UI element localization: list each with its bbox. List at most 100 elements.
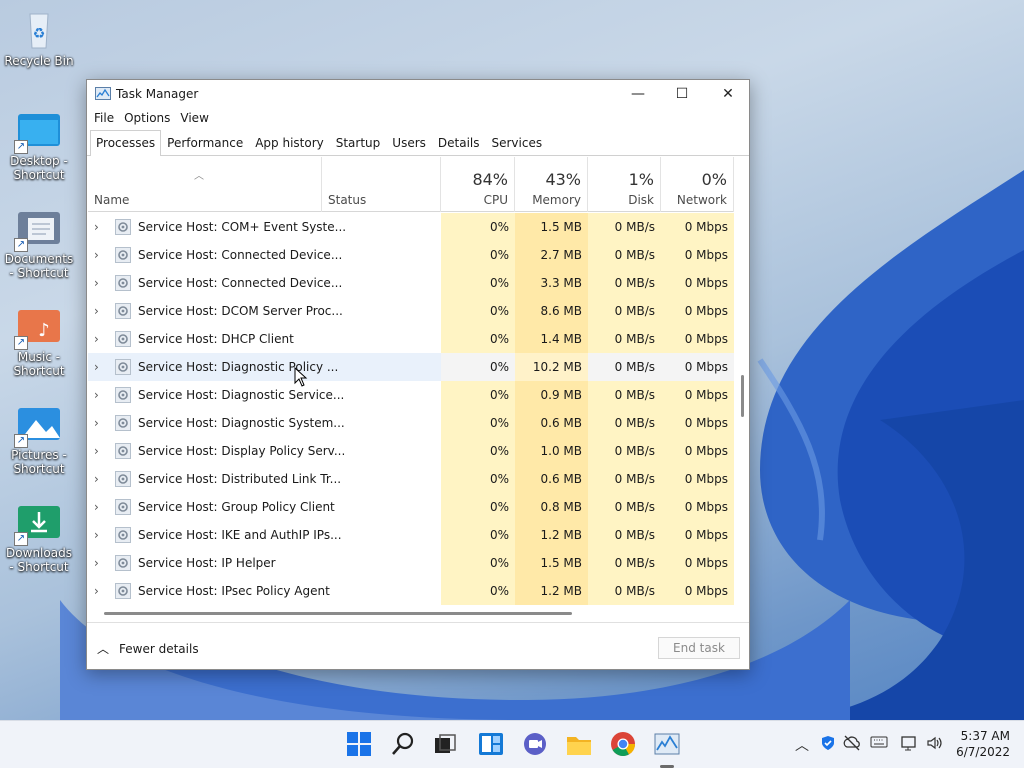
process-rows: › Service Host: COM+ Event Syste... 0% 1.5 … [88,213,734,605]
expand-chevron-icon[interactable]: › [94,325,106,353]
process-name: Service Host: DHCP Client [138,332,294,346]
column-header-name[interactable]: ︿ Name [88,157,322,212]
column-header-network[interactable]: 0% Network [661,157,734,212]
desktop-icon-desktop-shortcut[interactable]: ↗ Desktop - Shortcut [4,110,74,182]
table-row[interactable]: › Service Host: Connected Device... 0% 2.7 … [88,241,734,269]
expand-chevron-icon[interactable]: › [94,493,106,521]
network-value: 0 Mbps [661,241,734,269]
network-icon[interactable] [900,735,920,755]
shortcut-arrow-icon: ↗ [14,238,28,252]
maximize-button[interactable]: ☐ [659,80,705,108]
cpu-value: 0% [441,465,515,493]
menu-file[interactable]: File [89,108,119,130]
title-bar[interactable]: Task Manager — ☐ ✕ [87,80,749,108]
horizontal-scroll-thumb[interactable] [104,612,572,615]
search-icon[interactable] [390,731,416,757]
close-button[interactable]: ✕ [705,80,751,108]
fewer-details-button[interactable]: ︿ Fewer details [97,640,199,657]
desktop-folder-icon: ↗ [14,110,62,154]
table-row[interactable]: › Service Host: IPsec Policy Agent 0% 1.2 M… [88,577,734,605]
horizontal-scrollbar[interactable] [88,607,734,621]
process-name: Service Host: DCOM Server Proc... [138,304,343,318]
table-row[interactable]: › Service Host: Group Policy Client 0% 0.8 … [88,493,734,521]
start-icon[interactable] [346,731,372,757]
table-row[interactable]: › Service Host: DCOM Server Proc... 0% 8.6 … [88,297,734,325]
chrome-icon[interactable] [610,731,636,757]
tab-startup[interactable]: Startup [330,130,387,155]
expand-chevron-icon[interactable]: › [94,381,106,409]
desktop-icon-downloads-shortcut[interactable]: ↗ Downloads - Shortcut [4,502,74,574]
table-row[interactable]: › Service Host: Display Policy Serv... 0% 1… [88,437,734,465]
clock[interactable]: 5:37 AM 6/7/2022 [956,728,1010,760]
table-row[interactable]: › Service Host: Connected Device... 0% 3.3 … [88,269,734,297]
tab-processes[interactable]: Processes [90,130,162,156]
table-row[interactable]: › Service Host: Diagnostic System... 0% 0.6… [88,409,734,437]
task-manager-icon[interactable] [654,731,680,757]
menu-options[interactable]: Options [119,108,175,130]
table-row[interactable]: › Service Host: DHCP Client 0% 1.4 MB 0 MB/s… [88,325,734,353]
cloud-offline-icon[interactable] [843,735,861,755]
expand-chevron-icon[interactable]: › [94,297,106,325]
tab-users[interactable]: Users [386,130,432,155]
process-name: Service Host: Connected Device... [138,248,343,262]
task-view-icon[interactable] [432,731,458,757]
column-header-status[interactable]: Status [322,157,441,212]
mouse-cursor-icon [294,367,308,387]
table-row[interactable]: › Service Host: Diagnostic Policy ... 0% 10… [88,353,734,381]
file-explorer-icon[interactable] [566,731,592,757]
expand-chevron-icon[interactable]: › [94,269,106,297]
memory-value: 1.4 MB [515,325,588,353]
menu-view[interactable]: View [175,108,213,130]
expand-chevron-icon[interactable]: › [94,437,106,465]
security-shield-icon[interactable] [820,735,836,755]
expand-chevron-icon[interactable]: › [94,465,106,493]
recycle-bin-icon: ♻ [16,10,62,50]
memory-value: 0.9 MB [515,381,588,409]
expand-chevron-icon[interactable]: › [94,521,106,549]
desktop-icon-documents-shortcut[interactable]: ↗ Documents - Shortcut [4,208,74,280]
expand-chevron-icon[interactable]: › [94,353,106,381]
expand-chevron-icon[interactable]: › [94,241,106,269]
tab-performance[interactable]: Performance [161,130,249,155]
service-gear-icon [115,331,131,347]
expand-chevron-icon[interactable]: › [94,213,106,241]
end-task-button[interactable]: End task [658,637,740,659]
show-hidden-icons-icon[interactable]: ︿ [795,735,809,755]
cpu-value: 0% [441,241,515,269]
expand-chevron-icon[interactable]: › [94,409,106,437]
keyboard-icon[interactable] [870,735,888,753]
table-row[interactable]: › Service Host: Distributed Link Tr... 0% 0… [88,465,734,493]
table-row[interactable]: › Service Host: IP Helper 0% 1.5 MB 0 MB/s 0 … [88,549,734,577]
tab-services[interactable]: Services [486,130,549,155]
widgets-icon[interactable] [478,731,504,757]
volume-icon[interactable] [926,735,944,755]
column-header-disk[interactable]: 1% Disk [588,157,661,212]
desktop-icon-label: Documents - Shortcut [4,252,74,280]
vertical-scroll-thumb[interactable] [741,375,744,417]
chevron-up-icon: ︿ [97,642,110,656]
desktop-icon-music-shortcut[interactable]: ♪ ↗ Music - Shortcut [4,306,74,378]
memory-value: 1.5 MB [515,549,588,577]
teams-chat-icon[interactable] [522,731,548,757]
desktop-icon-label: Recycle Bin [4,54,74,68]
table-row[interactable]: › Service Host: IKE and AuthIP IPs... 0% 1.… [88,521,734,549]
network-value: 0 Mbps [661,493,734,521]
expand-chevron-icon[interactable]: › [94,577,106,605]
tab-details[interactable]: Details [432,130,486,155]
process-name: Service Host: Connected Device... [138,276,343,290]
cpu-value: 0% [441,325,515,353]
process-name: Service Host: Distributed Link Tr... [138,472,342,486]
disk-value: 0 MB/s [588,437,661,465]
tab-app-history[interactable]: App history [249,130,330,155]
desktop-icon-pictures-shortcut[interactable]: ↗ Pictures - Shortcut [4,404,74,476]
desktop-icon-recycle-bin[interactable]: ♻ Recycle Bin [4,10,74,68]
column-header-cpu[interactable]: 84% CPU [441,157,515,212]
minimize-button[interactable]: — [615,80,661,108]
table-row[interactable]: › Service Host: Diagnostic Service... 0% 0.… [88,381,734,409]
column-headers: ︿ Name Status 84% CPU 43% Memory 1% Disk… [88,157,734,212]
expand-chevron-icon[interactable]: › [94,549,106,577]
vertical-scrollbar[interactable] [735,157,749,607]
table-row[interactable]: › Service Host: COM+ Event Syste... 0% 1.5 … [88,213,734,241]
desktop-icon-label: Downloads - Shortcut [6,546,72,574]
column-header-memory[interactable]: 43% Memory [515,157,588,212]
